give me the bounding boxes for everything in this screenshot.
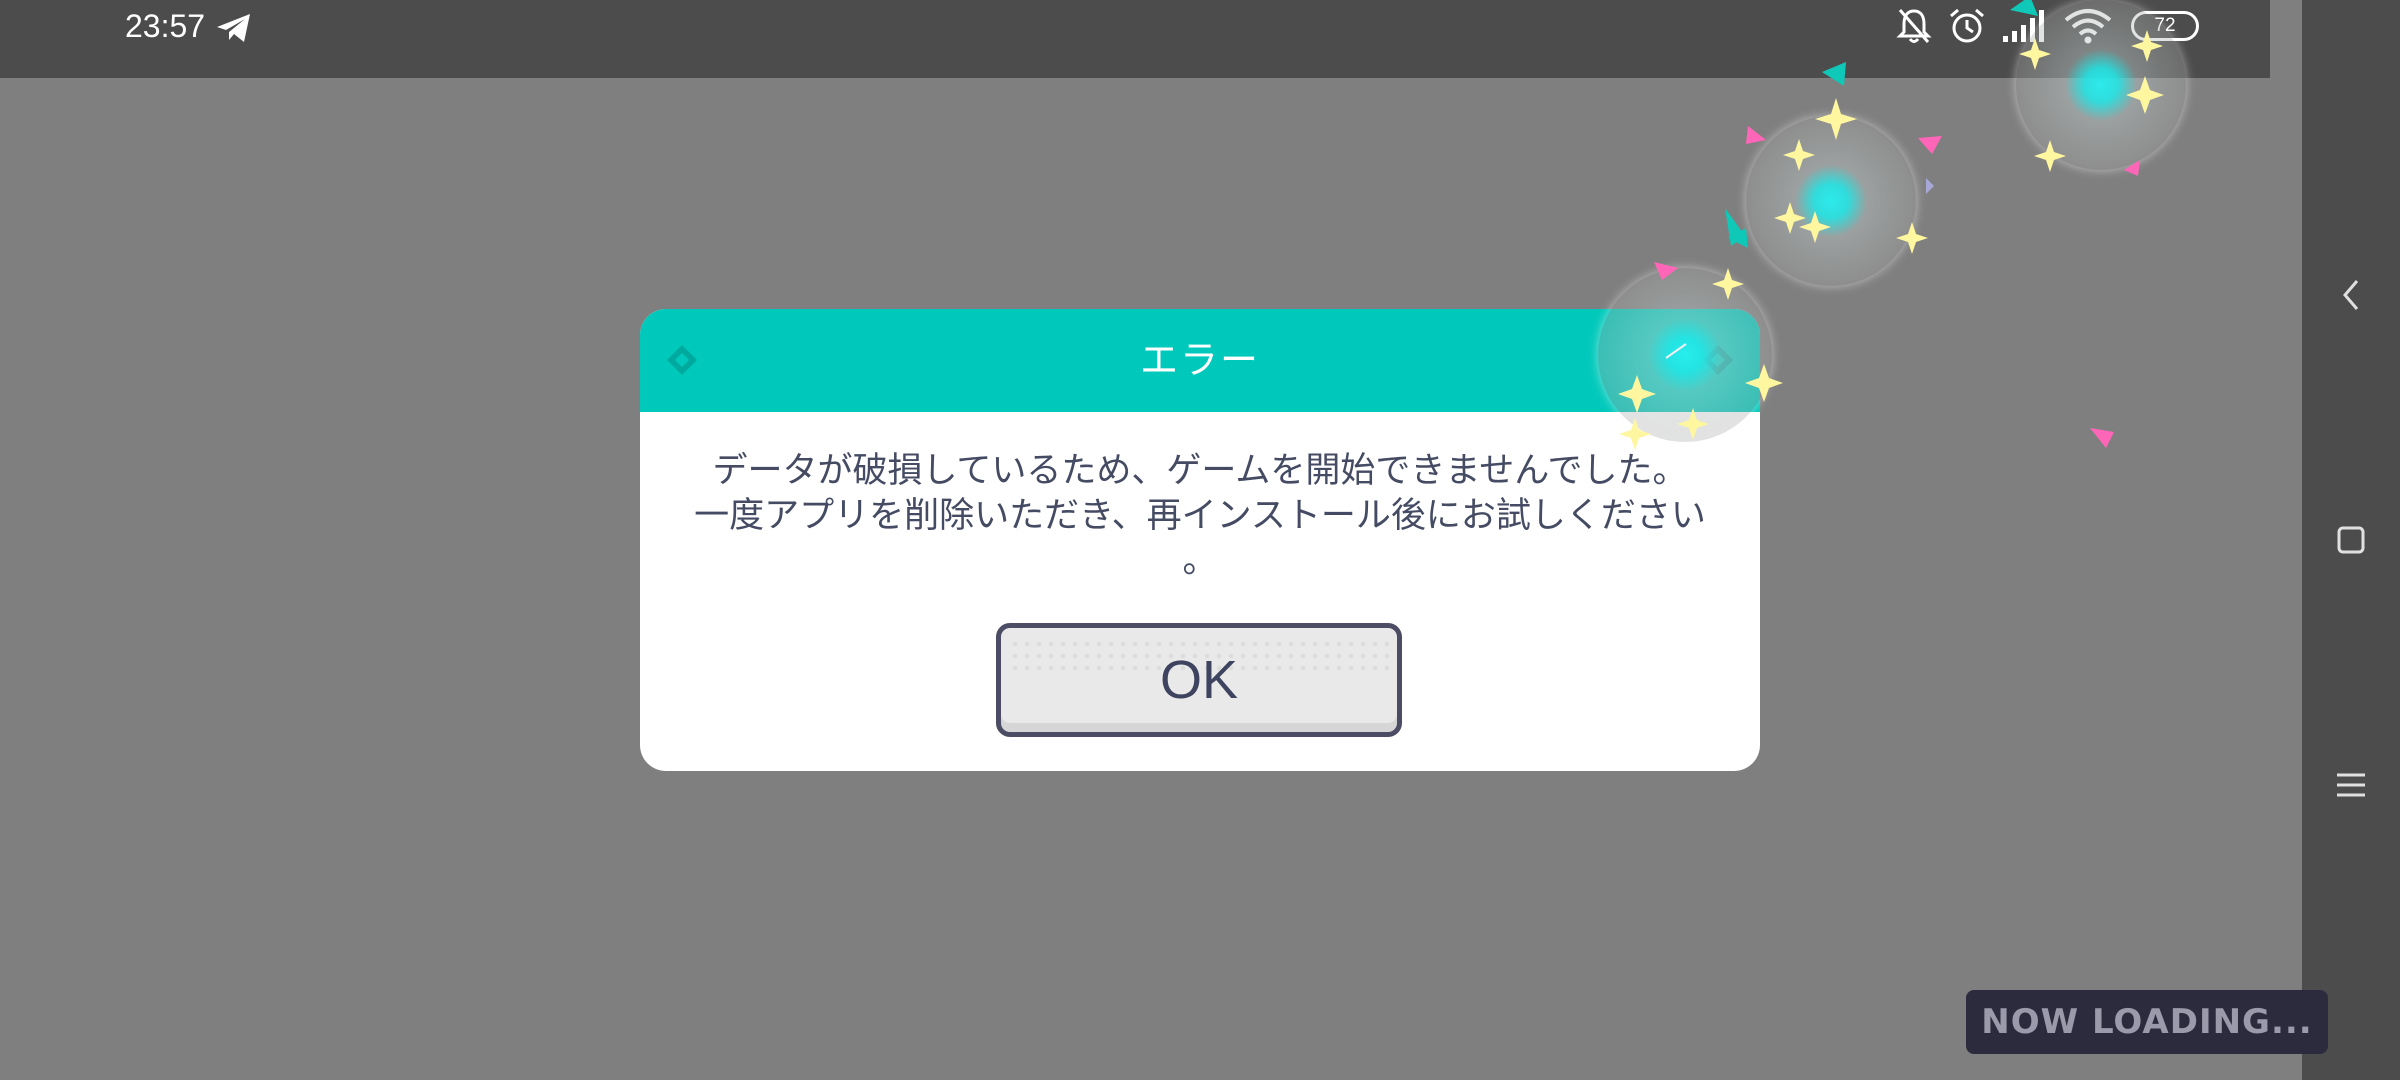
- back-chevron-icon: [2343, 280, 2359, 310]
- error-message: データが破損しているため、ゲームを開始できませんでした。 一度アプリを削除いただ…: [660, 449, 1740, 584]
- home-button[interactable]: [2302, 510, 2400, 570]
- home-square-icon: [2337, 526, 2365, 554]
- message-line: 。: [1182, 541, 1218, 581]
- ok-button[interactable]: OK: [996, 623, 1402, 737]
- now-loading-badge: NOW LOADING...: [1966, 990, 2328, 1054]
- menu-lines-icon: [2337, 773, 2365, 797]
- sparkle-effects: [1618, 0, 2164, 450]
- back-button[interactable]: [2302, 265, 2400, 325]
- navigation-bar: [2302, 0, 2400, 1080]
- clock-time: 23:57: [125, 8, 206, 44]
- ok-button-label: OK: [1159, 650, 1239, 710]
- menu-button[interactable]: [2302, 755, 2400, 815]
- telegram-icon: [217, 14, 250, 42]
- message-line: 一度アプリを削除いただき、再インストール後にお試しください: [694, 496, 1706, 536]
